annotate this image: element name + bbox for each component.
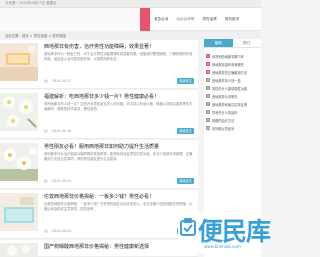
- sidebar-item[interactable]: 1 伟哥和西地那非哪个好: [206, 52, 261, 60]
- sidebar-item-label: 伟哥和西地那非哪个好: [212, 54, 244, 59]
- sidebar-item-label: 西地那非多少钱一盒: [212, 78, 241, 83]
- sidebar-item-label: 阳痿的治疗方法: [212, 118, 235, 123]
- article-date: 2024-09-24: [52, 229, 72, 233]
- sidebar-item[interactable]: 7 西地那非和他达拉非区别: [206, 100, 261, 108]
- nav-item-home[interactable]: [140, 8, 150, 31]
- calendar-icon: ▤: [44, 78, 48, 83]
- article-thumbnail[interactable]: [0, 93, 38, 131]
- article-excerpt: 吃西地那非多少钱一片？这是许多男性朋友关心的问题。本文将从药品价格、规格以及购买…: [44, 102, 193, 111]
- read-more-button[interactable]: 阅读全文: [177, 78, 194, 84]
- nav-item-4[interactable]: 男科医学: [221, 8, 243, 31]
- list-item: 西地那非有伤害，治疗男性功能障碍，效果显著！ 西地那非作为一种处方药，对于治疗男…: [0, 40, 198, 89]
- watermark-text: 便民库: [198, 217, 271, 246]
- rank-badge: 9: [206, 118, 210, 122]
- read-more-button[interactable]: 阅读全文: [177, 128, 194, 134]
- tab-latest[interactable]: 最新: [204, 39, 233, 47]
- sidebar-item-label: 西地那非和他达拉非区别: [212, 102, 248, 107]
- calendar-icon: ▤: [44, 178, 48, 183]
- rank-badge: 5: [206, 86, 210, 90]
- rank-badge: 2: [206, 62, 210, 66]
- list-item: 男性朋友必看！服用西地那非如何助力提升生活质量 西地那非作为治疗勃起功能障碍的常…: [0, 140, 198, 189]
- tab-hot[interactable]: 热门: [233, 39, 262, 47]
- read-more-button[interactable]: 阅读全文: [177, 178, 194, 184]
- rank-badge: 3: [206, 70, 210, 74]
- main-nav: 紧急必读 沁沁公众号 男性保健 男科医学: [140, 8, 243, 31]
- article-title[interactable]: 福建解析：吃西地那非多少钱一片？男性健康必看！: [44, 93, 159, 100]
- rank-badge: 1: [206, 54, 210, 58]
- article-title[interactable]: 伦敦西地那非价格揭秘：一板多少钱？男性必看！: [44, 193, 154, 200]
- calendar-icon: ▤: [44, 128, 48, 133]
- article-thumbnail[interactable]: [0, 143, 38, 181]
- article-excerpt: 伦敦西地那非价格揭秘：一板多少钱？许多男性朋友对此非常关心。本文详细介绍西地那非…: [44, 202, 193, 211]
- calendar-icon: ▤: [44, 228, 48, 233]
- top-bar: 今天是：2024年9月27日 星期五: [0, 0, 261, 8]
- logo-area: [0, 8, 140, 31]
- sidebar-item-label: 西地那非副作用有哪些: [212, 62, 244, 67]
- sidebar-item[interactable]: 8 早泄吃什么药最好: [206, 108, 261, 116]
- rank-badge: 8: [206, 110, 210, 114]
- sidebar-item[interactable]: 2 西地那非副作用有哪些: [206, 60, 261, 68]
- article-title[interactable]: 国产枸橼酸西地那非价格揭秘：男性健康新选择: [44, 243, 149, 250]
- article-excerpt: 西地那非作为治疗勃起功能障碍的常用药物，能够有效改善男性的性功能。本文介绍其作用…: [44, 152, 193, 161]
- article-excerpt: 西地那非作为一种处方药，对于治疗男性功能障碍有着显著效果。但使用时需遵医嘱，了解…: [44, 52, 193, 61]
- article-title[interactable]: 西地那非有伤害，治疗男性功能障碍，效果显著！: [44, 43, 154, 50]
- list-item: 国产枸橼酸西地那非价格揭秘：男性健康新选择: [0, 240, 198, 257]
- rank-badge: 7: [206, 102, 210, 106]
- watermark-url: www.bminlab.com: [204, 244, 241, 249]
- watermark-logo: 便民库 www.bminlab.com: [178, 212, 271, 254]
- rank-badge: 4: [206, 78, 210, 82]
- rank-badge: 6: [206, 94, 210, 98]
- breadcrumb: 当前位置：首页 > 男性保健 > 男科健康: [0, 31, 261, 39]
- watermark-icon: [180, 218, 196, 236]
- sidebar-item-label: 早泄吃什么药最好: [212, 110, 238, 115]
- article-date: 2024-09-27: [52, 79, 72, 83]
- breadcrumb-text: 当前位置：首页 > 男性保健 > 男科健康: [5, 34, 66, 38]
- sidebar-item-label: 西地那非的正确服用方法: [212, 70, 248, 75]
- article-date: 2024-09-25: [52, 179, 72, 183]
- nav-item-3[interactable]: 男性保健: [198, 8, 220, 31]
- rank-badge: 10: [206, 126, 210, 130]
- sidebar-item[interactable]: 4 西地那非多少钱一盒: [206, 76, 261, 84]
- sidebar-item[interactable]: 5 男性吃什么能增强性功能: [206, 84, 261, 92]
- sidebar-tabs: 最新 热门: [204, 39, 261, 48]
- sidebar-item-label: 西地那非片说明书: [212, 94, 238, 99]
- article-thumbnail[interactable]: [0, 193, 38, 231]
- list-item: 福建解析：吃西地那非多少钱一片？男性健康必看！ 吃西地那非多少钱一片？这是许多男…: [0, 90, 198, 139]
- nav-item-2[interactable]: 沁沁公众号: [172, 8, 198, 31]
- sidebar-item[interactable]: 3 西地那非的正确服用方法: [206, 68, 261, 76]
- sidebar-item[interactable]: 6 西地那非片说明书: [206, 92, 261, 100]
- list-item: 伦敦西地那非价格揭秘：一板多少钱？男性必看！ 伦敦西地那非价格揭秘：一板多少钱？…: [0, 190, 198, 239]
- article-list: 西地那非有伤害，治疗男性功能障碍，效果显著！ 西地那非作为一种处方药，对于治疗男…: [0, 39, 198, 257]
- article-thumbnail[interactable]: [0, 43, 38, 81]
- date-text: 今天是：2024年9月27日 星期五: [5, 1, 57, 5]
- sidebar-list: 1 伟哥和西地那非哪个好 2 西地那非副作用有哪些 3 西地那非的正确服用方法 4 西地…: [206, 52, 261, 132]
- article-date: 2024-09-26: [52, 129, 72, 133]
- sidebar-item[interactable]: 10 前列腺炎的症状: [206, 124, 261, 132]
- article-thumbnail[interactable]: [0, 243, 38, 257]
- sidebar-item-label: 前列腺炎的症状: [212, 126, 235, 131]
- sidebar-item[interactable]: 9 阳痿的治疗方法: [206, 116, 261, 124]
- article-title[interactable]: 男性朋友必看！服用西地那非如何助力提升生活质量: [44, 143, 159, 150]
- nav-item-1[interactable]: 紧急必读: [150, 8, 172, 31]
- header: 紧急必读 沁沁公众号 男性保健 男科医学: [0, 8, 261, 31]
- sidebar-item-label: 男性吃什么能增强性功能: [212, 86, 248, 91]
